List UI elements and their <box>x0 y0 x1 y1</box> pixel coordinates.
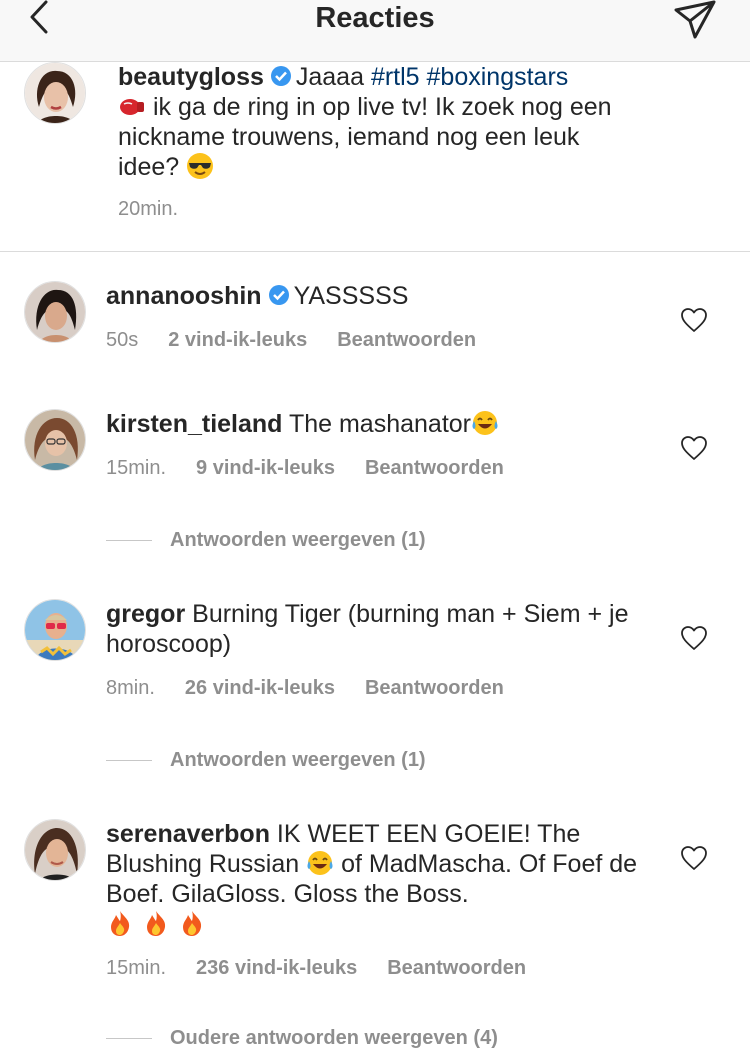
view-replies-button[interactable]: Oudere antwoorden weergeven (4) <box>106 1027 498 1050</box>
hashtag-link[interactable]: #boxingstars <box>427 63 569 91</box>
tears-of-joy-emoji-icon <box>472 411 498 435</box>
likes-count[interactable]: 9 vind-ik-leuks <box>196 457 335 479</box>
verified-badge-icon <box>268 285 289 305</box>
comment-meta: 15min. 9 vind-ik-leuks Beantwoorden <box>106 457 534 480</box>
verified-badge-icon <box>270 66 291 86</box>
heart-icon[interactable] <box>680 435 708 461</box>
sunglasses-emoji-icon <box>187 153 214 179</box>
username[interactable]: beautygloss <box>118 63 264 91</box>
heart-icon[interactable] <box>680 845 708 871</box>
boxing-glove-icon <box>120 99 144 115</box>
reply-button[interactable]: Beantwoorden <box>365 677 504 699</box>
divider-line <box>106 760 152 762</box>
username[interactable]: kirsten_tieland <box>106 410 282 438</box>
hashtag-link[interactable]: #rtl5 <box>371 63 420 91</box>
timestamp: 50s <box>106 329 139 351</box>
username[interactable]: serenaverbon <box>106 820 270 848</box>
caption-intro: Jaaaa <box>295 63 371 91</box>
comment-meta: 50s 2 vind-ik-leuks Beantwoorden <box>106 329 506 352</box>
heart-icon[interactable] <box>680 625 708 651</box>
fire-emoji-icon <box>111 911 130 936</box>
view-replies-button[interactable]: Antwoorden weergeven (1) <box>106 529 426 552</box>
comment-meta: 8min. 26 vind-ik-leuks Beantwoorden <box>106 677 534 700</box>
paper-plane-icon[interactable] <box>673 0 717 40</box>
heart-icon[interactable] <box>680 307 708 333</box>
avatar[interactable] <box>24 599 86 661</box>
comment-text: gregor Burning Tiger (burning man + Siem… <box>106 599 646 659</box>
page-title: Reacties <box>315 2 435 34</box>
comment-item: serenaverbon IK WEET EEN GOEIE! The Blus… <box>0 819 750 1053</box>
reply-button[interactable]: Beantwoorden <box>337 329 476 351</box>
comment-body: YASSSSS <box>293 282 409 310</box>
username[interactable]: gregor <box>106 600 185 628</box>
tears-of-joy-emoji-icon <box>307 851 333 875</box>
fire-emoji-icon <box>147 911 166 936</box>
comment-item: annanooshin YASSSSS 50s 2 vind-ik-leuks Bea… <box>0 281 750 371</box>
reply-button[interactable]: Beantwoorden <box>365 457 504 479</box>
timestamp: 20min. <box>118 198 179 220</box>
comment-body: Burning Tiger (burning man + Siem + je h… <box>106 600 629 658</box>
view-replies-label: Oudere antwoorden weergeven (4) <box>170 1027 498 1049</box>
comment-text: annanooshin YASSSSS <box>106 281 646 311</box>
likes-count[interactable]: 2 vind-ik-leuks <box>168 329 307 351</box>
comment-text: serenaverbon IK WEET EEN GOEIE! The Blus… <box>106 819 646 939</box>
view-replies-label: Antwoorden weergeven (1) <box>170 529 426 551</box>
post-caption: beautygloss Jaaaa #rtl5 #boxingstars ik g… <box>0 62 750 252</box>
avatar[interactable] <box>24 819 86 881</box>
divider-line <box>106 1038 152 1040</box>
likes-count[interactable]: 26 vind-ik-leuks <box>185 677 335 699</box>
comment-item: gregor Burning Tiger (burning man + Siem… <box>0 599 750 779</box>
divider-line <box>106 540 152 542</box>
comment-item: kirsten_tieland The mashanator 15min. 9 v… <box>0 409 750 559</box>
caption-text: beautygloss Jaaaa #rtl5 #boxingstars ik g… <box>118 62 638 182</box>
likes-count[interactable]: 236 vind-ik-leuks <box>196 957 357 979</box>
fire-emoji-icon <box>183 911 202 936</box>
comment-body: The mashanator <box>288 410 471 438</box>
avatar[interactable] <box>24 62 86 124</box>
avatar[interactable] <box>24 281 86 343</box>
timestamp: 15min. <box>106 957 167 979</box>
view-replies-button[interactable]: Antwoorden weergeven (1) <box>106 749 426 772</box>
username[interactable]: annanooshin <box>106 282 262 310</box>
reply-button[interactable]: Beantwoorden <box>387 957 526 979</box>
timestamp: 8min. <box>106 677 155 699</box>
view-replies-label: Antwoorden weergeven (1) <box>170 749 426 771</box>
timestamp: 15min. <box>106 457 167 479</box>
comment-meta: 15min. 236 vind-ik-leuks Beantwoorden <box>106 957 556 980</box>
avatar[interactable] <box>24 409 86 471</box>
top-bar: Reacties <box>0 0 750 62</box>
comment-text: kirsten_tieland The mashanator <box>106 409 646 439</box>
